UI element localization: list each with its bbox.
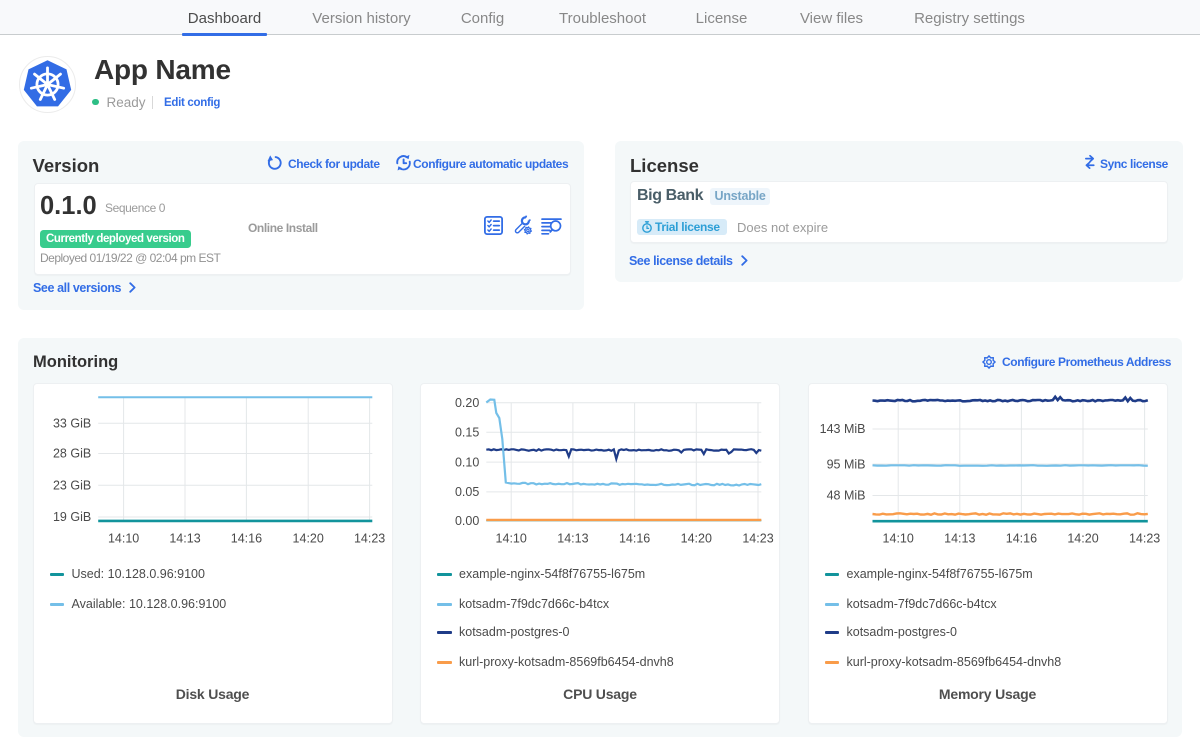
svg-text:0.20: 0.20	[455, 396, 479, 410]
svg-text:14:10: 14:10	[496, 532, 527, 546]
svg-text:14:20: 14:20	[1067, 532, 1098, 546]
svg-text:14:16: 14:16	[1005, 532, 1036, 546]
svg-text:23 GiB: 23 GiB	[52, 479, 90, 493]
svg-text:143 MiB: 143 MiB	[819, 422, 865, 436]
svg-text:14:13: 14:13	[169, 532, 200, 546]
svg-text:14:13: 14:13	[557, 532, 588, 546]
svg-text:14:20: 14:20	[681, 532, 712, 546]
svg-text:19 GiB: 19 GiB	[52, 510, 90, 524]
svg-text:14:23: 14:23	[353, 532, 384, 546]
svg-text:14:16: 14:16	[230, 532, 261, 546]
svg-text:28 GiB: 28 GiB	[52, 447, 90, 461]
svg-text:48 MiB: 48 MiB	[826, 489, 865, 503]
svg-text:14:23: 14:23	[742, 532, 773, 546]
svg-text:0.15: 0.15	[455, 426, 479, 440]
svg-text:0.05: 0.05	[455, 485, 479, 499]
svg-text:14:13: 14:13	[944, 532, 975, 546]
svg-text:95 MiB: 95 MiB	[826, 457, 865, 471]
svg-text:14:10: 14:10	[107, 532, 138, 546]
svg-text:14:16: 14:16	[619, 532, 650, 546]
svg-text:14:20: 14:20	[292, 532, 323, 546]
svg-text:33 GiB: 33 GiB	[52, 417, 90, 431]
svg-text:0.00: 0.00	[455, 514, 479, 528]
svg-text:14:10: 14:10	[882, 532, 913, 546]
svg-text:0.10: 0.10	[455, 455, 479, 469]
svg-text:14:23: 14:23	[1128, 532, 1159, 546]
